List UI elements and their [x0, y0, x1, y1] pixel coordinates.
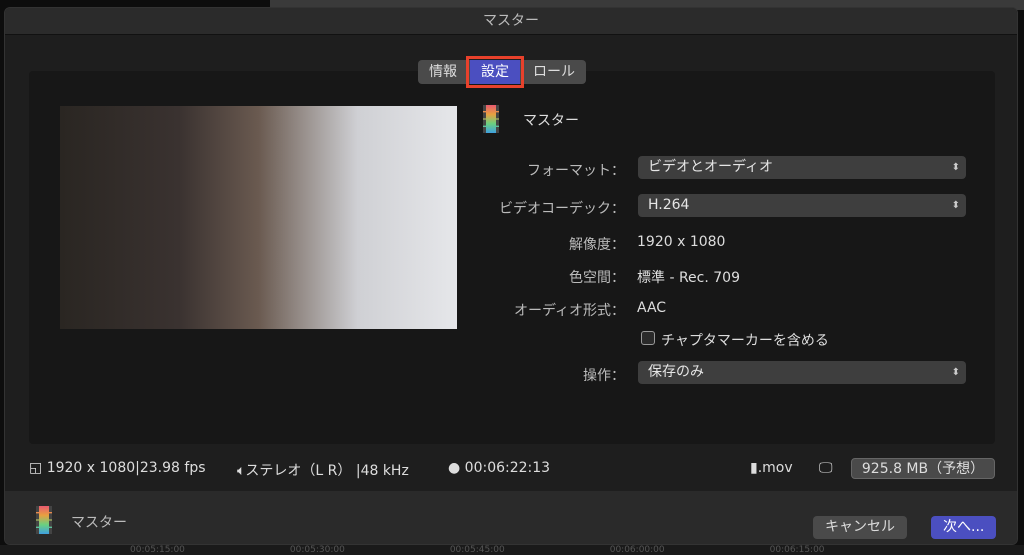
dialog-title: マスター	[5, 8, 1017, 35]
film-icon	[483, 105, 499, 133]
status-extension: .mov	[757, 460, 793, 476]
status-resolution: 1920 x 1080	[46, 460, 136, 476]
next-button[interactable]: 次へ...	[931, 516, 997, 539]
resolution-value: 1920 x 1080	[637, 234, 726, 250]
chevron-updown-icon: ⬍	[951, 367, 960, 378]
size-estimate: 925.8 MB（予想）	[851, 458, 995, 479]
tab-roles[interactable]: ロール	[522, 60, 586, 84]
audio-format-label: オーディオ形式：	[513, 303, 625, 319]
frame-size-icon: ◱	[29, 460, 43, 476]
video-codec-value: H.264	[648, 197, 690, 213]
cancel-button[interactable]: キャンセル	[813, 516, 907, 539]
tab-bar: 情報 設定 ロール	[418, 56, 586, 88]
timecode: 00:05:15:00	[130, 545, 185, 555]
share-dialog: マスター 情報 設定 ロール マスター フォーマット： ビデオとオーディオ ⬍ ビ…	[4, 7, 1018, 545]
chapter-markers-label[interactable]: チャプタマーカーを含める	[661, 330, 829, 350]
background-timeline: 00:05:15:00 00:05:30:00 00:05:45:00 00:0…	[0, 545, 1024, 555]
timecode: 00:06:15:00	[769, 545, 825, 555]
audio-format-value: AAC	[637, 300, 667, 316]
film-icon	[36, 506, 52, 534]
format-select[interactable]: ビデオとオーディオ ⬍	[638, 156, 966, 179]
resolution-label: 解像度：	[569, 237, 625, 253]
chevron-updown-icon: ⬍	[951, 200, 960, 211]
timecode: 00:06:00:00	[609, 545, 665, 555]
preset-name: マスター	[523, 113, 579, 129]
preview-thumbnail	[60, 106, 457, 329]
resolution-status: ◱ 1920 x 1080|23.98 fps	[29, 460, 206, 476]
tab-settings[interactable]: 設定	[466, 56, 524, 88]
tab-info[interactable]: 情報	[418, 60, 468, 84]
status-fps: 23.98 fps	[139, 460, 206, 476]
status-sample-rate: 48 kHz	[360, 463, 409, 479]
color-space-label: 色空間：	[569, 270, 625, 286]
display-icon: 🖵︎	[819, 460, 833, 476]
action-value: 保存のみ	[648, 364, 704, 380]
clock-icon: ●	[448, 460, 461, 476]
chapter-markers-checkbox[interactable]	[641, 331, 655, 345]
status-audio: ステレオ（L R）	[245, 463, 352, 479]
action-select[interactable]: 保存のみ ⬍	[638, 361, 966, 384]
file-icon: ▮	[750, 460, 758, 476]
format-value: ビデオとオーディオ	[648, 159, 774, 175]
chevron-updown-icon: ⬍	[951, 162, 960, 173]
format-label: フォーマット：	[527, 163, 625, 179]
color-space-value: 標準 - Rec. 709	[637, 270, 740, 286]
duration-status: ● 00:06:22:13	[448, 460, 550, 476]
video-codec-select[interactable]: H.264 ⬍	[638, 194, 966, 217]
timecode: 00:05:30:00	[289, 545, 345, 555]
footer-preset-name: マスター	[71, 515, 127, 531]
status-duration: 00:06:22:13	[464, 460, 551, 476]
file-type-status: ▮.mov	[750, 460, 793, 476]
video-codec-label: ビデオコーデック：	[499, 201, 625, 217]
action-label: 操作：	[583, 368, 625, 384]
timecode: 00:05:45:00	[449, 545, 505, 555]
audio-status: 🔈︎ステレオ（L R） |48 kHz	[237, 463, 409, 479]
